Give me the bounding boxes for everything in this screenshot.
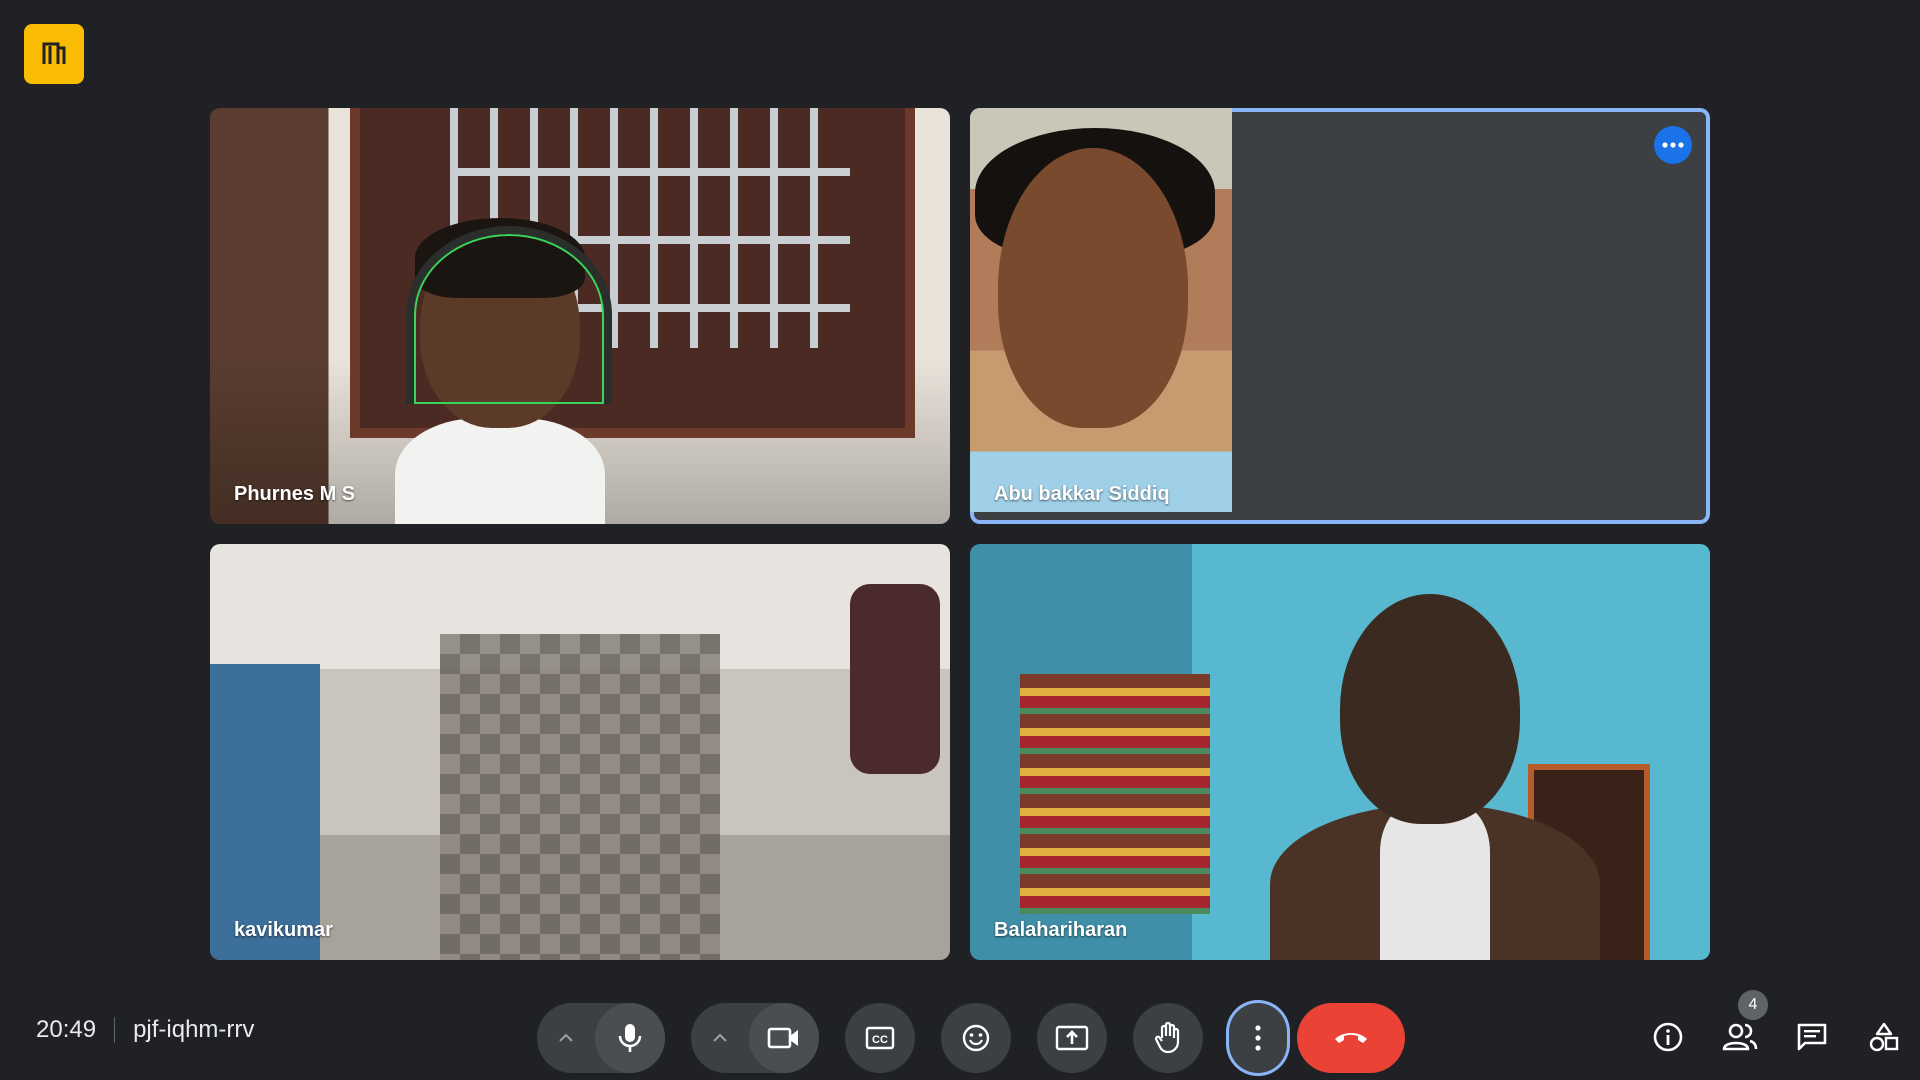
participant-tile[interactable]: Phurnes M S xyxy=(210,108,950,524)
divider xyxy=(114,1017,116,1043)
companion-mode-logo xyxy=(24,24,84,84)
main-controls: CC xyxy=(537,1002,1405,1074)
show-everyone-button[interactable]: 4 xyxy=(1704,990,1776,1072)
meeting-details-button[interactable] xyxy=(1632,1002,1704,1072)
hand-icon xyxy=(1154,1022,1180,1054)
people-icon xyxy=(1722,1023,1758,1051)
info-icon xyxy=(1653,1022,1683,1052)
microphone-icon xyxy=(618,1024,642,1052)
chat-icon xyxy=(1797,1023,1827,1051)
side-panel-controls: 4 xyxy=(1632,990,1920,1072)
participant-name: Phurnes M S xyxy=(234,483,356,505)
more-vertical-icon xyxy=(1255,1025,1261,1051)
participant-tile[interactable]: Balahariharan xyxy=(970,544,1710,960)
chevron-up-icon xyxy=(713,1033,727,1042)
participant-video xyxy=(210,544,950,960)
microphone-button[interactable] xyxy=(595,1003,665,1073)
camera-button[interactable] xyxy=(749,1003,819,1073)
meeting-time: 20:49 xyxy=(36,1016,97,1043)
participant-tile[interactable]: kavikumar xyxy=(210,544,950,960)
phone-hangup-icon xyxy=(1335,1033,1367,1043)
participant-count-badge: 4 xyxy=(1738,990,1768,1020)
call-controls-bar: 20:49 pjf-iqhm-rrv CC 4 xyxy=(0,980,1920,1080)
participant-video xyxy=(210,108,950,524)
participant-video xyxy=(970,108,1232,512)
video-options-button[interactable] xyxy=(691,1003,749,1073)
closed-captions-icon: CC xyxy=(865,1026,895,1050)
microphone-control-group xyxy=(537,1003,665,1073)
chevron-up-icon xyxy=(559,1033,573,1042)
participant-tile-active-speaker[interactable]: Abu bakkar Siddiq xyxy=(970,108,1710,524)
participant-name: Balahariharan xyxy=(994,919,1128,941)
camera-control-group xyxy=(691,1003,819,1073)
video-camera-icon xyxy=(767,1027,798,1049)
svg-text:CC: CC xyxy=(872,1034,888,1046)
participant-name: kavikumar xyxy=(234,919,333,941)
participant-video xyxy=(970,544,1710,960)
audio-options-button[interactable] xyxy=(537,1003,595,1073)
emoji-icon xyxy=(962,1024,990,1052)
tile-more-options-button[interactable] xyxy=(1654,126,1692,164)
more-horizontal-icon xyxy=(1662,142,1684,148)
captions-button[interactable]: CC xyxy=(845,1003,915,1073)
video-grid: Phurnes M S Abu bakkar Siddiq kavikumar xyxy=(210,108,1712,960)
meeting-details: 20:49 pjf-iqhm-rrv xyxy=(36,980,254,1080)
activities-icon xyxy=(1869,1022,1899,1052)
chat-button[interactable] xyxy=(1776,1002,1848,1072)
reactions-button[interactable] xyxy=(941,1003,1011,1073)
meeting-code: pjf-iqhm-rrv xyxy=(133,1016,255,1043)
participant-name: Abu bakkar Siddiq xyxy=(994,483,1170,505)
activities-button[interactable] xyxy=(1848,1002,1920,1072)
present-screen-icon xyxy=(1055,1025,1089,1051)
door-icon xyxy=(42,42,66,64)
more-options-button[interactable] xyxy=(1229,1003,1287,1073)
raise-hand-button[interactable] xyxy=(1133,1003,1203,1073)
leave-call-button[interactable] xyxy=(1297,1003,1405,1073)
present-now-button[interactable] xyxy=(1037,1003,1107,1073)
